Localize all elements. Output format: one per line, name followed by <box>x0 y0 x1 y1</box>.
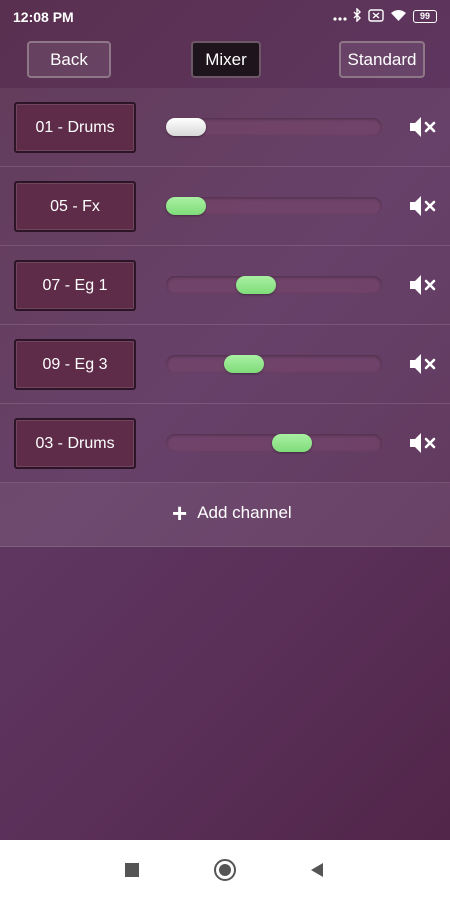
mute-icon[interactable] <box>408 115 438 139</box>
bluetooth-icon <box>353 7 362 25</box>
channel-row: 03 - Drums <box>0 404 450 483</box>
standard-button[interactable]: Standard <box>339 41 425 78</box>
add-channel-row: + Add channel <box>0 483 450 547</box>
channel-name-button[interactable]: 03 - Drums <box>14 418 136 469</box>
volume-slider[interactable] <box>166 276 382 294</box>
add-channel-label: Add channel <box>197 503 292 522</box>
plus-icon: + <box>172 498 188 528</box>
mute-icon[interactable] <box>408 352 438 376</box>
wifi-icon <box>390 9 407 25</box>
volume-slider[interactable] <box>166 434 382 452</box>
back-button[interactable]: Back <box>27 41 111 78</box>
volume-slider-thumb[interactable] <box>236 276 276 294</box>
mute-icon[interactable] <box>408 431 438 455</box>
dots-icon <box>333 9 347 25</box>
add-channel-button[interactable]: + Add channel <box>172 498 292 528</box>
volume-slider[interactable] <box>166 118 382 136</box>
channel-name-button[interactable]: 05 - Fx <box>14 181 136 232</box>
home-icon[interactable] <box>214 859 236 881</box>
volume-slider[interactable] <box>166 197 382 215</box>
recents-icon[interactable] <box>125 863 139 877</box>
mixer-screen: 12:08 PM 99 Back Mixer Standard 01 - Dru… <box>0 0 450 840</box>
mixer-button[interactable]: Mixer <box>191 41 261 78</box>
status-time: 12:08 PM <box>13 9 74 25</box>
status-icons: 99 <box>333 7 437 25</box>
channel-row: 05 - Fx <box>0 167 450 246</box>
channel-row: 01 - Drums <box>0 88 450 167</box>
volume-slider-thumb[interactable] <box>166 197 206 215</box>
mute-icon[interactable] <box>408 194 438 218</box>
volume-slider-thumb[interactable] <box>166 118 206 136</box>
volume-slider-thumb[interactable] <box>272 434 312 452</box>
battery-icon: 99 <box>413 10 437 23</box>
channel-name-button[interactable]: 09 - Eg 3 <box>14 339 136 390</box>
channel-name-button[interactable]: 01 - Drums <box>14 102 136 153</box>
back-icon[interactable] <box>311 863 323 877</box>
top-toolbar: Back Mixer Standard <box>0 34 450 86</box>
system-nav-bar <box>0 840 450 900</box>
channel-list: 01 - Drums 05 - Fx 07 - Eg 1 09 - Eg 3 0… <box>0 88 450 547</box>
channel-row: 07 - Eg 1 <box>0 246 450 325</box>
volume-slider[interactable] <box>166 355 382 373</box>
battery-saver-icon <box>368 8 384 25</box>
channel-name-button[interactable]: 07 - Eg 1 <box>14 260 136 311</box>
status-bar: 12:08 PM 99 <box>0 0 450 34</box>
channel-row: 09 - Eg 3 <box>0 325 450 404</box>
mute-icon[interactable] <box>408 273 438 297</box>
volume-slider-thumb[interactable] <box>224 355 264 373</box>
